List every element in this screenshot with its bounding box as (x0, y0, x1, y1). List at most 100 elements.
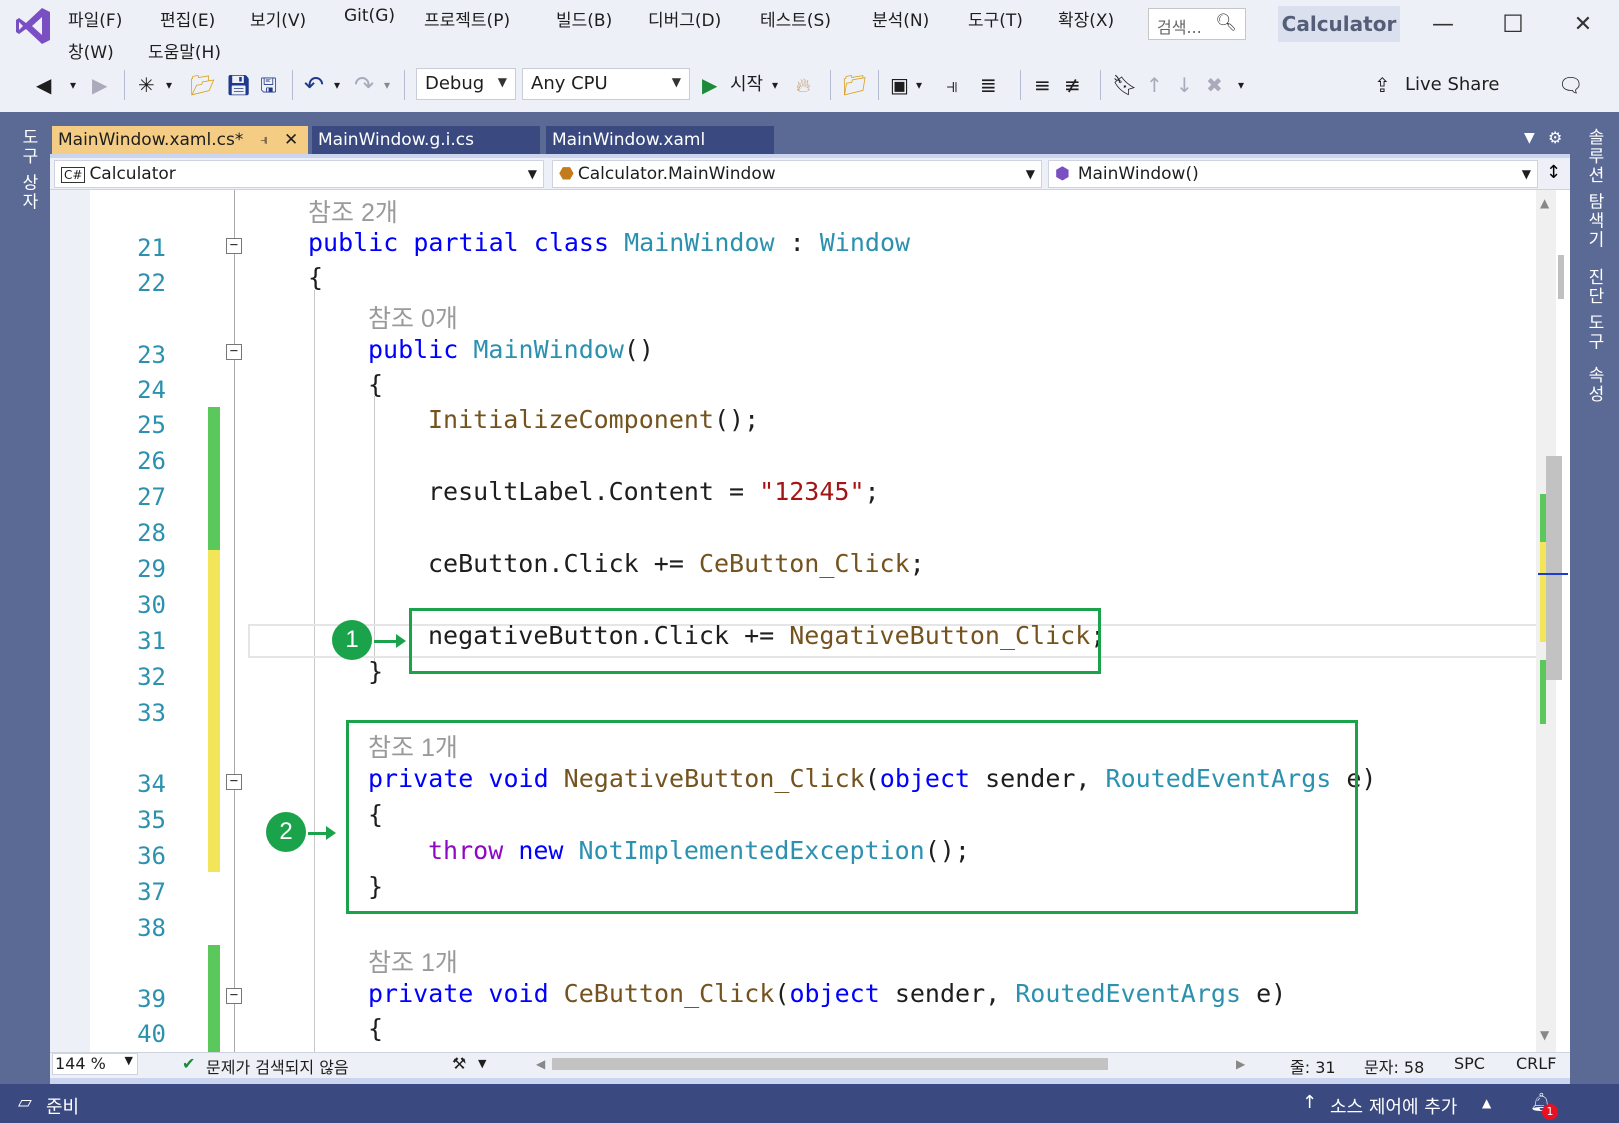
scroll-left-icon[interactable]: ◀ (536, 1057, 545, 1071)
tab-mainwindow-g-i-cs[interactable]: MainWindow.g.i.cs (312, 126, 540, 154)
bookmark-icon[interactable]: 🔖︎ (1112, 70, 1137, 100)
start-dropdown-icon[interactable]: ▾ (772, 70, 778, 100)
screenshot-icon[interactable]: ▣ (890, 70, 909, 100)
change-marker-unsaved (208, 550, 220, 872)
step-over-icon[interactable]: ≣ (980, 70, 997, 100)
start-button[interactable]: 시작 (730, 70, 763, 100)
live-share-button[interactable]: Live Share (1405, 74, 1499, 95)
back-icon[interactable]: ◀︎ (36, 70, 51, 100)
menu-item[interactable]: 편집(E) (160, 6, 215, 31)
new-item-icon[interactable]: ✳ (138, 70, 155, 100)
scrollbar-split-handle[interactable] (1558, 255, 1564, 299)
platform-select[interactable]: Any CPU ▼ (522, 68, 690, 100)
start-icon[interactable]: ▶ (702, 70, 717, 100)
tab-close-icon[interactable]: ✕ (284, 126, 298, 154)
open-folder-icon[interactable]: 📂︎ (190, 70, 215, 100)
forward-icon[interactable]: ▶︎ (92, 70, 107, 100)
reference-count[interactable]: 참조 0개 (368, 299, 458, 335)
hot-reload-icon[interactable]: 🔥︎ (796, 70, 811, 100)
menu-item[interactable]: 도구(T) (968, 6, 1023, 31)
settings-gear-icon[interactable]: ⚙ (1548, 128, 1562, 147)
code-cleanup-icon[interactable]: ⚒ (452, 1054, 466, 1073)
split-window-icon[interactable]: ↕ (1546, 162, 1561, 183)
maximize-icon[interactable]: ☐ (1498, 10, 1528, 38)
menu-item[interactable]: 분석(N) (872, 6, 929, 31)
line-indicator[interactable]: 줄: 31 (1290, 1054, 1336, 1078)
reference-count[interactable]: 참조 1개 (368, 943, 458, 979)
save-icon[interactable]: 💾︎ (226, 70, 251, 100)
diagnostic-tools-tab[interactable]: 진단 도구 (1582, 268, 1607, 351)
line-number: 36 (137, 842, 166, 870)
pin-icon[interactable]: ⫣ (260, 126, 268, 154)
class-dropdown[interactable]: ⬣ Calculator.MainWindow ▼ (552, 160, 1042, 188)
scroll-up-icon[interactable]: ▲ (1540, 196, 1549, 210)
line-number: 25 (137, 411, 166, 439)
tab-list-dropdown-icon[interactable]: ▼ (1524, 130, 1535, 146)
menu-item[interactable]: 빌드(B) (556, 6, 612, 31)
scroll-down-icon[interactable]: ▼ (1540, 1028, 1549, 1042)
previous-bookmark-icon[interactable]: ↑ (1146, 70, 1163, 100)
comment-icon[interactable]: ≡ (1034, 70, 1051, 100)
menu-item[interactable]: Git(G) (344, 6, 395, 26)
tab-mainwindow-xaml[interactable]: MainWindow.xaml (546, 126, 774, 154)
project-dropdown[interactable]: C# Calculator ▼ (54, 160, 544, 188)
redo-icon[interactable]: ↷ (354, 70, 374, 100)
reference-count[interactable]: 참조 2개 (308, 193, 398, 229)
menu-item[interactable]: 도움말(H) (148, 38, 221, 63)
collapse-icon[interactable]: − (226, 344, 242, 360)
step-into-icon[interactable]: ⫣ (946, 70, 958, 100)
callout-badge-1: 1 (332, 620, 372, 660)
scrollbar-thumb[interactable] (1546, 456, 1562, 680)
issues-status[interactable]: 문제가 검색되지 않음 (206, 1054, 349, 1078)
minimize-icon[interactable]: — (1428, 12, 1458, 37)
line-ending-indicator[interactable]: CRLF (1516, 1054, 1556, 1073)
redo-dropdown-icon[interactable]: ▾ (384, 70, 390, 100)
horizontal-scrollbar-thumb[interactable] (552, 1058, 1108, 1070)
add-to-source-control-button[interactable]: 소스 제어에 추가 (1330, 1093, 1457, 1119)
toolbar-options-icon[interactable]: ▾ (1238, 70, 1244, 100)
new-item-dropdown-icon[interactable]: ▾ (166, 70, 172, 100)
collapse-icon[interactable]: − (226, 774, 242, 790)
code-text: resultLabel.Content = (428, 477, 760, 506)
scroll-right-icon[interactable]: ▶ (1236, 1057, 1245, 1071)
editor-left-margin (50, 190, 90, 1052)
menu-item[interactable]: 프로젝트(P) (424, 6, 510, 31)
column-indicator[interactable]: 문자: 58 (1364, 1054, 1424, 1078)
menu-item[interactable]: 창(W) (68, 38, 114, 63)
left-tool-rail (0, 112, 50, 1088)
member-dropdown[interactable]: ⬢ MainWindow() ▼ (1048, 160, 1538, 188)
undo-dropdown-icon[interactable]: ▾ (334, 70, 340, 100)
next-bookmark-icon[interactable]: ↓ (1176, 70, 1193, 100)
menu-item[interactable]: 테스트(S) (760, 6, 831, 31)
properties-tab[interactable]: 속성 (1582, 366, 1607, 404)
tab-mainwindow-xaml-cs[interactable]: MainWindow.xaml.cs* ⫣ ✕ (52, 126, 308, 154)
chevron-down-icon[interactable]: ▼ (478, 1057, 486, 1070)
uncomment-icon[interactable]: ≢ (1064, 70, 1081, 100)
menu-item[interactable]: 파일(F) (68, 6, 122, 31)
back-dropdown-icon[interactable]: ▾ (70, 70, 76, 100)
toolbar-overflow-icon[interactable]: ▾ (916, 70, 922, 100)
collapse-icon[interactable]: − (226, 988, 242, 1004)
collapse-icon[interactable]: − (226, 238, 242, 254)
zoom-select[interactable]: 144 % ▼ (52, 1053, 138, 1075)
whitespace-indicator[interactable]: SPC (1454, 1054, 1485, 1073)
code-line-40: { (368, 1014, 384, 1043)
close-icon[interactable]: ✕ (1568, 12, 1598, 37)
menu-item[interactable]: 보기(V) (250, 6, 306, 31)
solution-explorer-tab[interactable]: 솔루션 탐색기 (1582, 128, 1607, 249)
undo-icon[interactable]: ↶ (304, 70, 324, 100)
chevron-up-icon[interactable]: ▲ (1482, 1096, 1491, 1110)
live-share-icon[interactable]: ⇪ (1374, 70, 1391, 100)
clear-bookmarks-icon[interactable]: ✖ (1206, 70, 1223, 100)
menu-item[interactable]: 확장(X) (1058, 6, 1114, 31)
menu-item[interactable]: 디버그(D) (648, 6, 721, 31)
save-all-icon[interactable]: 🖫︎ (260, 70, 277, 100)
toolbox-tab[interactable]: 도구 상자 (16, 128, 41, 211)
tab-label: MainWindow.xaml (552, 130, 706, 150)
line-number: 39 (137, 985, 166, 1013)
code-keyword: object (789, 979, 880, 1008)
configuration-select[interactable]: Debug ▼ (416, 68, 516, 100)
feedback-icon[interactable]: 🗨︎ (1558, 70, 1583, 100)
search-box[interactable]: 검색... 🔍︎ (1148, 8, 1246, 40)
find-in-files-icon[interactable]: 📁︎ (842, 70, 867, 100)
